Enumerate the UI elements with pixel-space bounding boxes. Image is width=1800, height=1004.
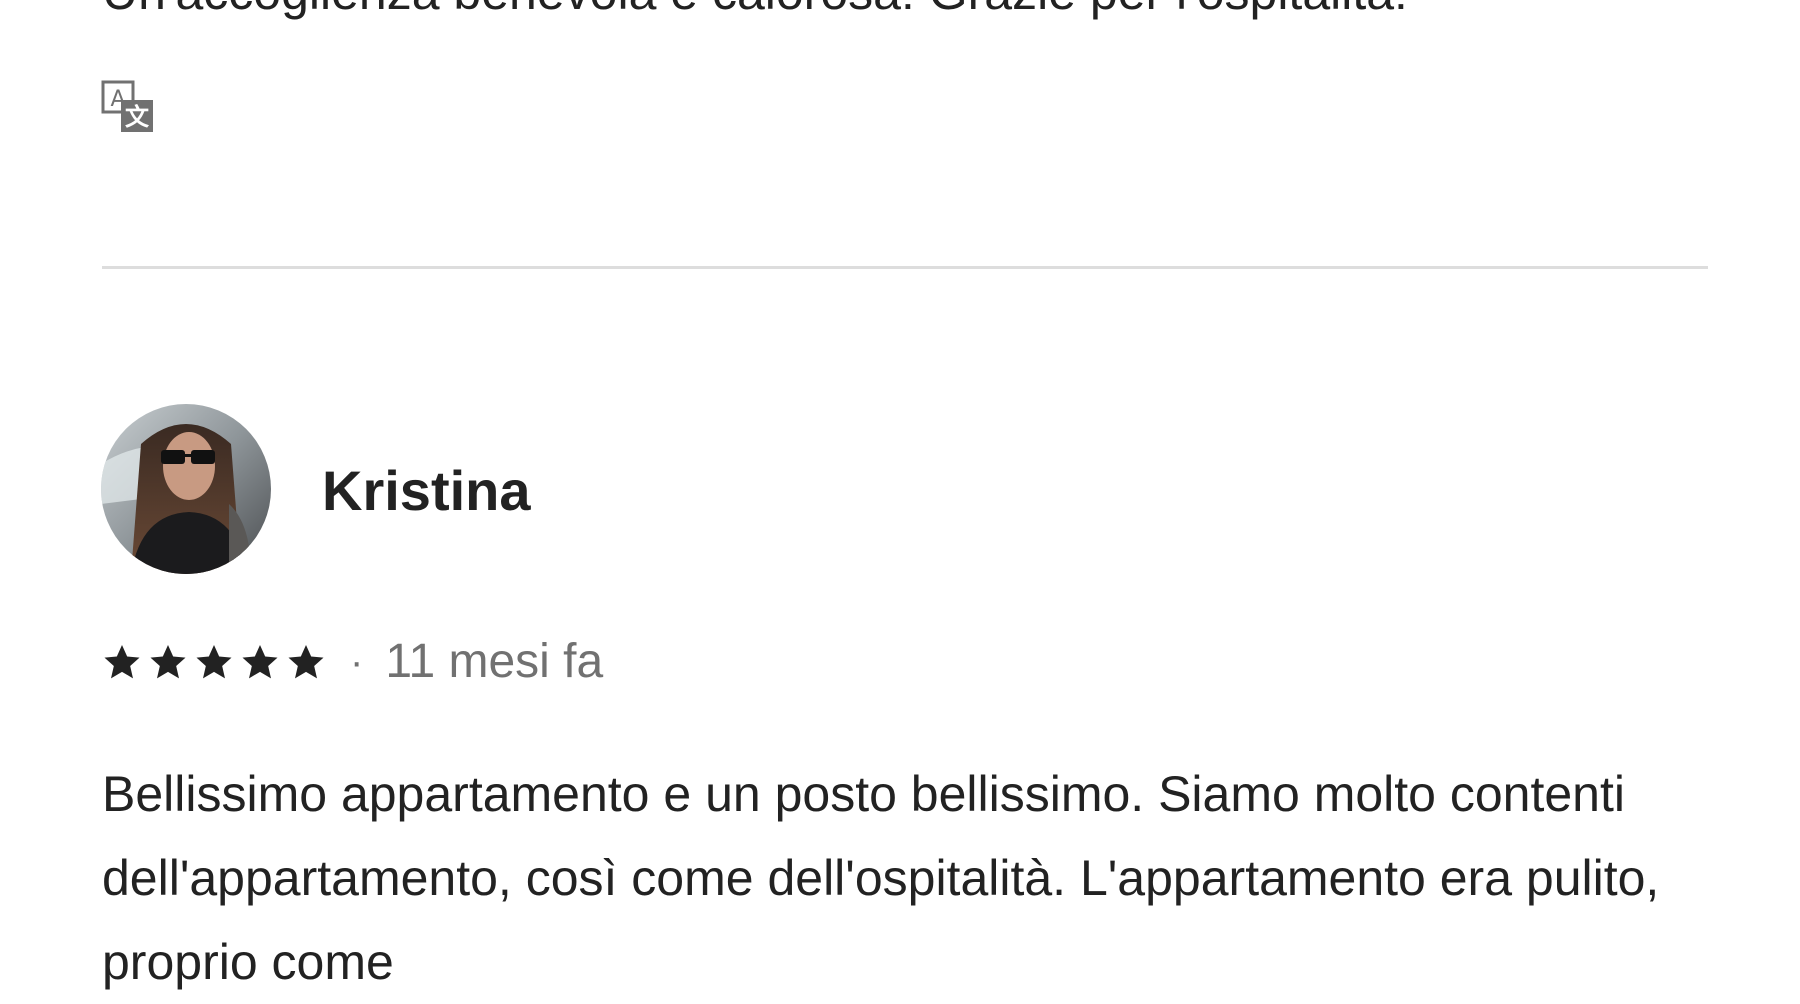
star-icon	[104, 645, 140, 679]
review-body: Bellissimo appartamento e un posto belli…	[102, 766, 1660, 990]
rating-row: · 11 mesi fa	[102, 632, 603, 692]
star-icon	[150, 645, 186, 679]
star-icon	[288, 645, 324, 679]
translate-icon[interactable]: A 文	[101, 80, 155, 134]
star-rating	[102, 642, 326, 682]
avatar[interactable]	[101, 404, 271, 574]
review-divider	[102, 266, 1708, 269]
previous-review-text: Un'accoglienza benevola e calorosa! Graz…	[102, 0, 1408, 22]
reviewer-name: Kristina	[322, 459, 531, 522]
star-icon	[196, 645, 232, 679]
star-icon	[242, 645, 278, 679]
separator-dot: ·	[350, 639, 364, 684]
review-date: 11 mesi fa	[385, 635, 604, 688]
svg-text:文: 文	[125, 103, 150, 131]
